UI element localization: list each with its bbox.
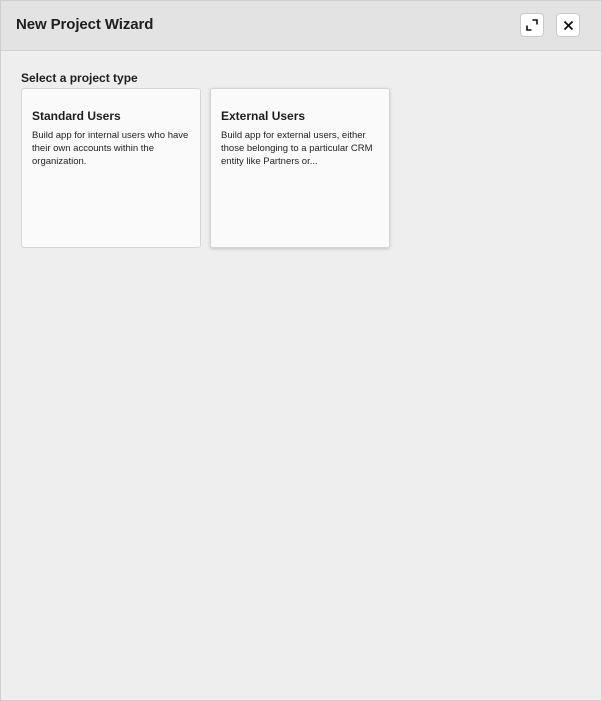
standard-users-card[interactable]: Standard Users Build app for internal us… bbox=[21, 88, 201, 248]
card-description: Build app for internal users who have th… bbox=[32, 130, 189, 167]
dialog-title: New Project Wizard bbox=[16, 16, 154, 33]
close-icon bbox=[563, 20, 574, 31]
card-description: Build app for external users, either tho… bbox=[221, 130, 373, 167]
external-users-card[interactable]: External Users Build app for external us… bbox=[210, 88, 390, 248]
close-button[interactable] bbox=[556, 13, 580, 37]
project-type-label: Select a project type bbox=[21, 71, 138, 85]
new-project-wizard-dialog: New Project Wizard Select a project type… bbox=[0, 0, 602, 701]
expand-icon bbox=[526, 19, 538, 31]
card-title: Standard Users bbox=[32, 109, 121, 123]
card-title: External Users bbox=[221, 109, 306, 123]
dialog-header: New Project Wizard bbox=[1, 1, 601, 51]
expand-button[interactable] bbox=[520, 13, 544, 37]
